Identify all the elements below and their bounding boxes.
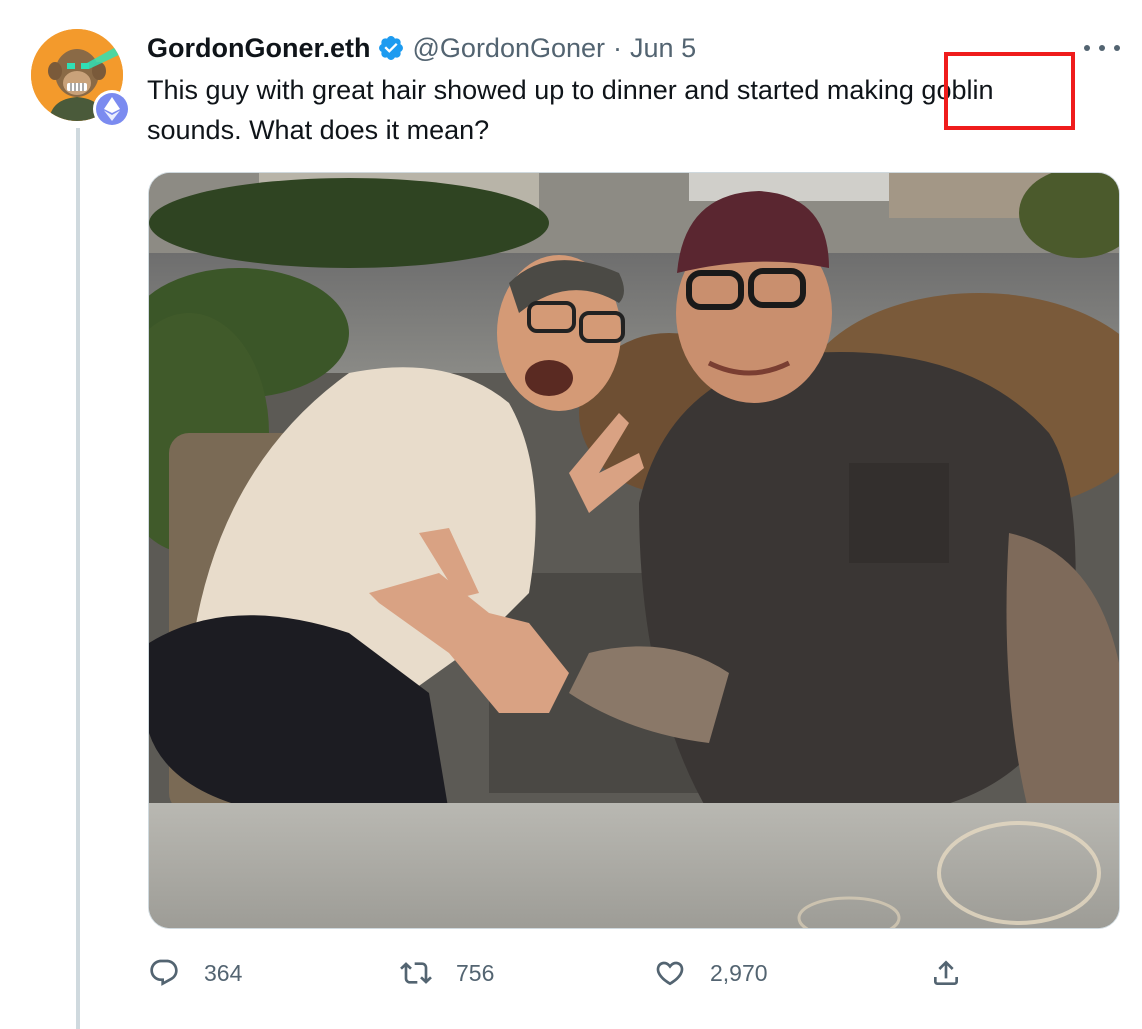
verified-badge-icon [377, 34, 405, 62]
share-icon [934, 960, 958, 985]
retweet-button[interactable]: 756 [400, 950, 494, 996]
share-button[interactable] [930, 950, 962, 996]
like-button[interactable]: 2,970 [654, 950, 768, 996]
tweet-header: GordonGoner.eth @GordonGoner · Jun 5 [147, 30, 696, 66]
user-handle[interactable]: @GordonGoner [413, 33, 606, 64]
like-icon [656, 961, 684, 986]
retweet-icon [400, 962, 432, 984]
tweet-date[interactable]: Jun 5 [630, 33, 696, 64]
photo-two-men-at-dinner [149, 173, 1119, 928]
retweet-count: 756 [456, 959, 495, 986]
tweet-photo[interactable] [148, 172, 1120, 929]
tweet-actions: 364 756 2,970 [148, 950, 1120, 996]
like-count: 2,970 [710, 959, 768, 986]
thread-line [76, 128, 80, 1029]
more-options-icon[interactable] [1084, 36, 1120, 60]
reply-button[interactable]: 364 [148, 950, 242, 996]
separator-dot: · [613, 32, 623, 63]
reply-icon [150, 959, 178, 986]
red-annotation-box [944, 52, 1075, 130]
reply-count: 364 [204, 959, 243, 986]
ethereum-badge [93, 90, 131, 128]
display-name[interactable]: GordonGoner.eth [147, 33, 371, 64]
ethereum-icon [104, 97, 120, 121]
